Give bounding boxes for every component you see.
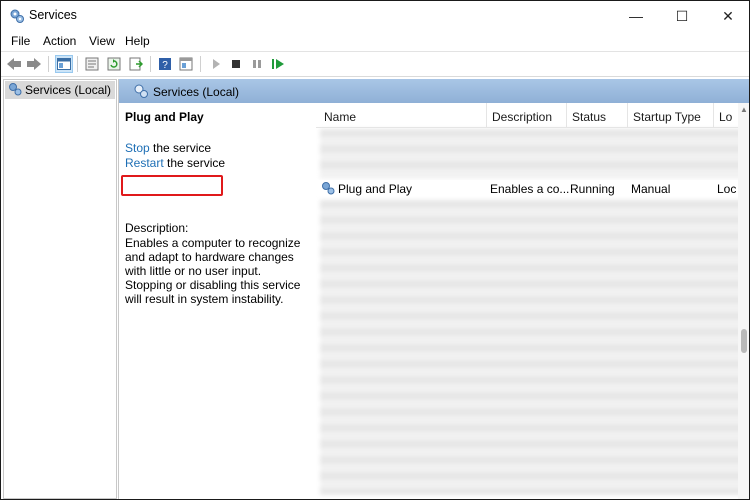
console-tree-icon[interactable]: [55, 55, 73, 73]
tree-node-label: Services (Local): [25, 83, 112, 97]
gear-icon: [133, 83, 149, 102]
table-row-selected[interactable]: Plug and Play Enables a co... Running Ma…: [316, 180, 740, 198]
view-icon[interactable]: [177, 55, 195, 73]
window-title: Services: [29, 8, 77, 22]
properties-icon[interactable]: [83, 55, 101, 73]
tree-node-services-local[interactable]: Services (Local): [5, 81, 116, 99]
menu-file[interactable]: File: [11, 34, 30, 48]
column-header-startup-type[interactable]: Startup Type: [633, 110, 701, 124]
stop-action-text: the service: [149, 141, 212, 155]
close-icon: ✕: [722, 7, 734, 24]
scrollbar-thumb[interactable]: [741, 329, 747, 353]
pane-title: Services (Local): [153, 85, 240, 99]
column-header-log-on[interactable]: Lo: [719, 110, 732, 124]
highlight-box: [121, 175, 223, 196]
column-header-status[interactable]: Status: [572, 110, 606, 124]
gear-icon: [321, 181, 335, 198]
cell-log-on: Loc: [717, 182, 737, 196]
services-list: Name Description Status Startup Type Lo …: [316, 103, 749, 499]
stop-service-link[interactable]: Stop: [125, 141, 150, 155]
column-header-name[interactable]: Name: [324, 110, 356, 124]
services-pane: Services (Local) Plug and Play Stop the …: [118, 79, 749, 499]
gear-icon: [9, 8, 25, 24]
title-bar: Services — ☐ ✕: [1, 1, 749, 31]
stop-action: Stop the service: [125, 141, 211, 155]
minimize-button[interactable]: —: [613, 1, 659, 31]
cell-startup-type: Manual: [631, 182, 671, 196]
content-area: Services (Local) Services (Local) Plug a…: [1, 77, 749, 499]
cell-description: Enables a co...: [490, 182, 570, 196]
restart-action: Restart the service: [125, 156, 225, 170]
services-window: Services — ☐ ✕ File Action View Help ? S…: [0, 0, 750, 500]
list-header: Name Description Status Startup Type Lo: [316, 103, 749, 128]
pane-header: Services (Local): [119, 79, 749, 103]
gear-icon: [8, 82, 22, 99]
description-text: Enables a computer to recognize and adap…: [125, 236, 301, 306]
restart-action-text: the service: [163, 156, 226, 170]
console-tree: Services (Local): [3, 79, 117, 499]
forward-arrow-icon[interactable]: [25, 55, 43, 73]
blurred-rows-top: [320, 129, 744, 178]
menu-bar: File Action View Help: [1, 31, 749, 51]
cell-status: Running: [570, 182, 615, 196]
back-arrow-icon[interactable]: [5, 55, 23, 73]
minimize-icon: —: [629, 8, 643, 24]
maximize-icon: ☐: [675, 7, 689, 24]
extended-description-pane: Plug and Play Stop the service Restart t…: [119, 103, 314, 499]
pause-icon[interactable]: [248, 55, 266, 73]
menu-view[interactable]: View: [89, 34, 115, 48]
restart-service-link[interactable]: Restart: [125, 156, 164, 170]
menu-help[interactable]: Help: [125, 34, 150, 48]
selected-service-name: Plug and Play: [125, 110, 204, 124]
cell-name: Plug and Play: [338, 182, 413, 196]
stop-icon[interactable]: [227, 55, 245, 73]
description-label: Description:: [125, 221, 189, 235]
column-header-description[interactable]: Description: [492, 110, 552, 124]
toolbar: ?: [1, 51, 749, 77]
help-icon[interactable]: ?: [156, 55, 174, 73]
start-icon[interactable]: [207, 55, 225, 73]
vertical-scrollbar[interactable]: ▲: [738, 103, 749, 499]
restart-icon[interactable]: [269, 55, 287, 73]
scroll-up-icon[interactable]: ▲: [740, 105, 748, 114]
svg-text:?: ?: [162, 60, 168, 71]
export-list-icon[interactable]: [127, 55, 145, 73]
menu-action[interactable]: Action: [43, 34, 76, 48]
maximize-button[interactable]: ☐: [659, 1, 705, 31]
refresh-icon[interactable]: [105, 55, 123, 73]
close-button[interactable]: ✕: [705, 1, 749, 31]
blurred-rows-bottom: [320, 200, 744, 495]
